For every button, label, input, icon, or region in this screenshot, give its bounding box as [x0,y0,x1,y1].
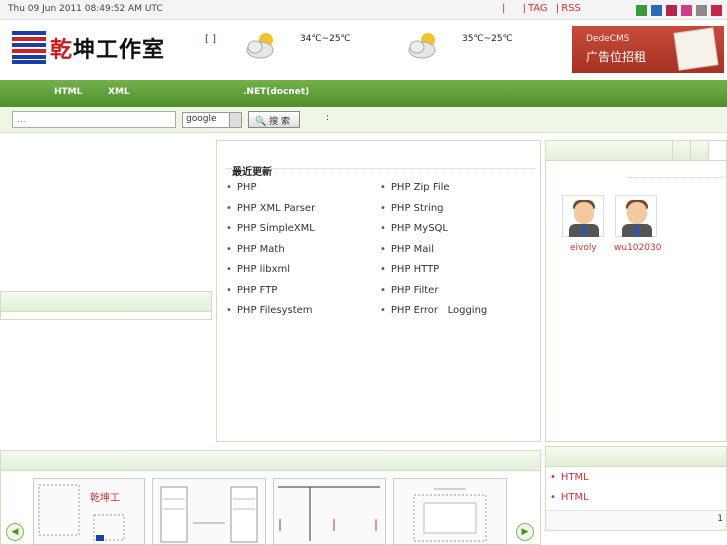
search-bar: google 🔍 搜 索 : [0,107,727,133]
recent-item[interactable]: PHP FTP [226,285,277,296]
svg-text:乾坤工: 乾坤工 [90,491,120,504]
magnifier-icon: 🔍 [255,117,267,127]
recent-item[interactable]: PHP Zip File [380,182,450,193]
recent-item[interactable]: PHP MySQL [380,223,448,234]
top-separator: | [522,3,526,14]
recent-item[interactable]: PHP Mail [380,244,434,255]
thumbnail[interactable] [152,478,266,545]
logo-text: 乾坤工作室 [50,37,166,63]
member-name[interactable]: wu102030 [614,243,661,253]
recent-item[interactable]: PHP XML Parser [226,203,315,214]
members-divider [628,177,724,178]
links-footer: 1 [546,510,726,530]
member-name[interactable]: eivoly [570,243,597,253]
chevron-down-icon [229,113,241,127]
ad-brand: DedeCMS [586,34,630,44]
members-header [546,141,726,161]
cloud-sun-icon [246,33,274,59]
thumbnail[interactable] [393,478,507,545]
main-nav: HTML XML .NET(docnet) [0,80,727,107]
members-panel [545,140,727,442]
left-widget-header [1,292,211,312]
cloud-sun-icon [408,33,436,59]
recent-item[interactable]: PHP Math [226,244,285,255]
left-widget [0,291,212,320]
theme-swatch-red[interactable] [711,5,722,16]
current-datetime: Thu 09 Jun 2011 08:49:52 AM UTC [8,4,163,14]
avatar[interactable] [562,195,604,237]
weather-today-temp: 34℃~25℃ [300,34,351,44]
theme-swatch-crimson[interactable] [666,5,677,16]
search-input[interactable] [12,111,176,128]
links-panel: 1 [545,446,727,531]
members-tab[interactable] [672,141,690,160]
members-tab[interactable] [708,141,726,160]
ad-banner[interactable]: DedeCMS 广告位招租 [572,26,724,73]
search-engine-select[interactable]: google [182,112,242,128]
recent-item[interactable]: PHP Filter [380,285,439,296]
search-colon: : [326,113,330,123]
top-links: | | TAG | RSS [502,3,581,14]
theme-swatch-gray[interactable] [696,5,707,16]
arrow-left-icon[interactable]: ◀ [6,523,24,541]
members-tab[interactable] [690,141,708,160]
recent-item[interactable]: PHP [226,182,257,193]
arrow-right-icon[interactable]: ▶ [516,523,534,541]
site-logo[interactable]: 乾坤工作室 [12,30,172,66]
recent-item[interactable]: PHP SimpleXML [226,223,315,234]
theme-swatch-pink[interactable] [681,5,692,16]
nav-item-dotnet[interactable]: .NET(docnet) [243,87,309,97]
page-number[interactable]: 1 [717,514,723,524]
rss-link[interactable]: RSS [561,3,581,14]
signboard-icon [673,27,719,71]
recent-item[interactable]: PHP Filesystem [226,305,313,316]
theme-swatch-green[interactable] [636,5,647,16]
recent-item[interactable]: PHP libxml [226,264,290,275]
logo-mark-icon [12,30,46,64]
nav-item-html[interactable]: HTML [54,87,82,97]
top-separator: | [555,3,560,14]
links-header [546,447,726,467]
weather-bracket[interactable]: [ ] [205,34,216,45]
carousel-header [1,451,540,471]
thumbnail[interactable]: 乾坤工 [33,478,145,545]
nav-item-xml[interactable]: XML [108,87,130,97]
search-button[interactable]: 🔍 搜 索 [248,111,300,128]
ad-text: 广告位招租 [586,50,647,64]
weather-tomorrow-temp: 35℃~25℃ [462,34,513,44]
recent-item[interactable]: PHP HTTP [380,264,439,275]
recent-item[interactable]: PHP String [380,203,444,214]
recent-item[interactable]: PHP Error Logging [380,305,487,316]
top-separator: | [502,3,506,14]
theme-swatch-blue[interactable] [651,5,662,16]
avatar[interactable] [615,195,657,237]
link-item[interactable]: HTML [550,472,589,483]
recent-title: 最近更新 [232,167,272,178]
tag-link[interactable]: TAG [528,3,548,14]
top-bar: Thu 09 Jun 2011 08:49:52 AM UTC | | TAG |… [0,0,727,20]
recent-divider [226,168,536,169]
thumbnail[interactable] [273,478,386,545]
link-item[interactable]: HTML [550,492,589,503]
